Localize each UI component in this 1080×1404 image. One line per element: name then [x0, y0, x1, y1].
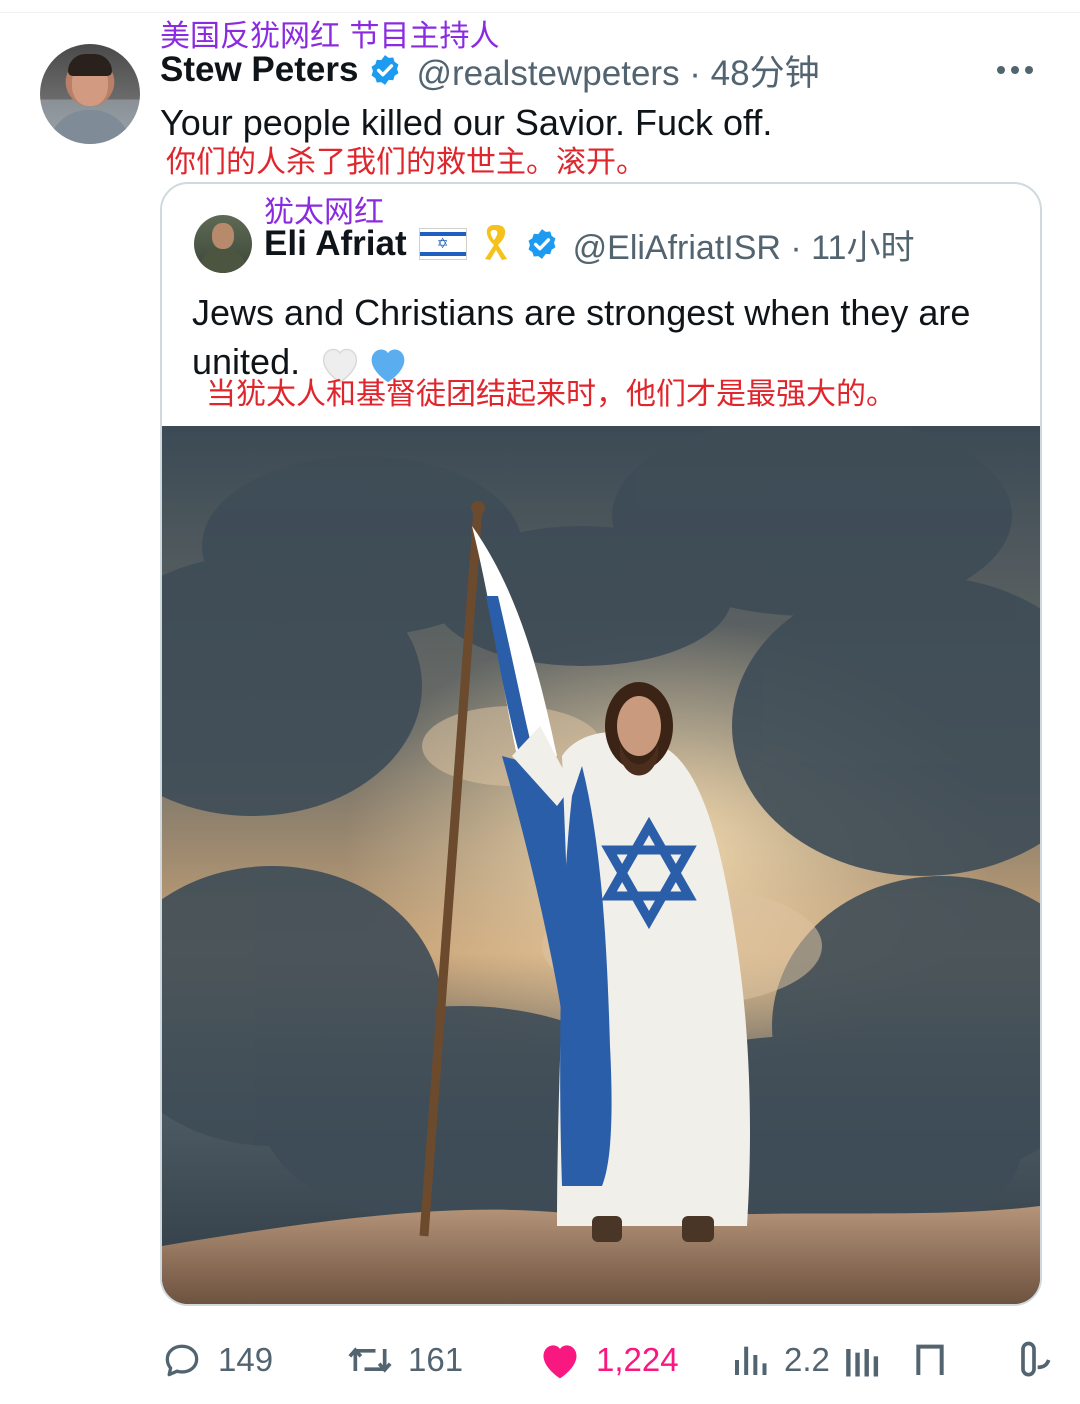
top-divider	[0, 0, 1080, 13]
quote-verified-badge-icon	[525, 227, 559, 261]
bookmark-icon	[916, 1344, 944, 1375]
share-button[interactable]	[1012, 1332, 1056, 1388]
share-icon	[1021, 1341, 1051, 1377]
quote-translation: 当犹太人和基督徒团结起来时，他们才是最强大的。	[206, 377, 896, 412]
yellow-ribbon-icon	[479, 222, 509, 267]
author-name[interactable]: Stew Peters	[160, 50, 358, 90]
quote-text: Jews and Christians are strongest when t…	[192, 292, 971, 382]
tweet-actions: 149 161 1,224 2.2	[160, 1332, 1060, 1388]
author-avatar[interactable]	[40, 44, 140, 144]
retweet-button[interactable]: 161	[346, 1332, 463, 1388]
verified-badge-icon	[368, 53, 402, 87]
quote-author-avatar	[194, 215, 252, 273]
author-handle-time[interactable]: @realstewpeters · 48分钟	[416, 45, 819, 96]
like-count: 1,224	[596, 1341, 679, 1378]
views-button[interactable]: 2.2	[730, 1332, 830, 1388]
quote-author-name: Eli Afriat	[264, 224, 407, 263]
israel-flag-icon: ✡	[418, 228, 467, 260]
author-row: Stew Peters @realstewpeters · 48分钟	[160, 50, 820, 93]
views-icon	[735, 1346, 767, 1375]
reply-count: 149	[218, 1341, 274, 1378]
views-count: 2.2	[784, 1341, 830, 1378]
quote-author-row: Eli Afriat ✡ @EliAfriatISR · 11小时	[264, 222, 915, 267]
views-extra-bars	[840, 1332, 900, 1388]
quoted-tweet-card[interactable]: 犹太网红 Eli Afriat ✡ @EliAfriatISR · 11小时 J…	[160, 182, 1042, 1306]
like-button[interactable]: 1,224	[538, 1332, 679, 1388]
reply-button[interactable]: 149	[160, 1332, 273, 1388]
retweet-count: 161	[408, 1341, 464, 1378]
bookmark-button[interactable]	[910, 1332, 950, 1388]
quote-text-block: Jews and Christians are strongest when t…	[192, 288, 1012, 386]
tweet-text: Your people killed our Savior. Fuck off.	[160, 102, 773, 143]
quote-author-handle-time: @EliAfriatISR · 11小时	[572, 228, 915, 267]
like-icon	[543, 1345, 577, 1379]
reply-icon	[165, 1344, 199, 1377]
retweet-icon	[348, 1347, 392, 1373]
tweet-translation: 你们的人杀了我们的救世主。滚开。	[166, 145, 646, 180]
more-icon[interactable]	[990, 52, 1040, 88]
quote-media-image[interactable]	[162, 426, 1040, 1304]
